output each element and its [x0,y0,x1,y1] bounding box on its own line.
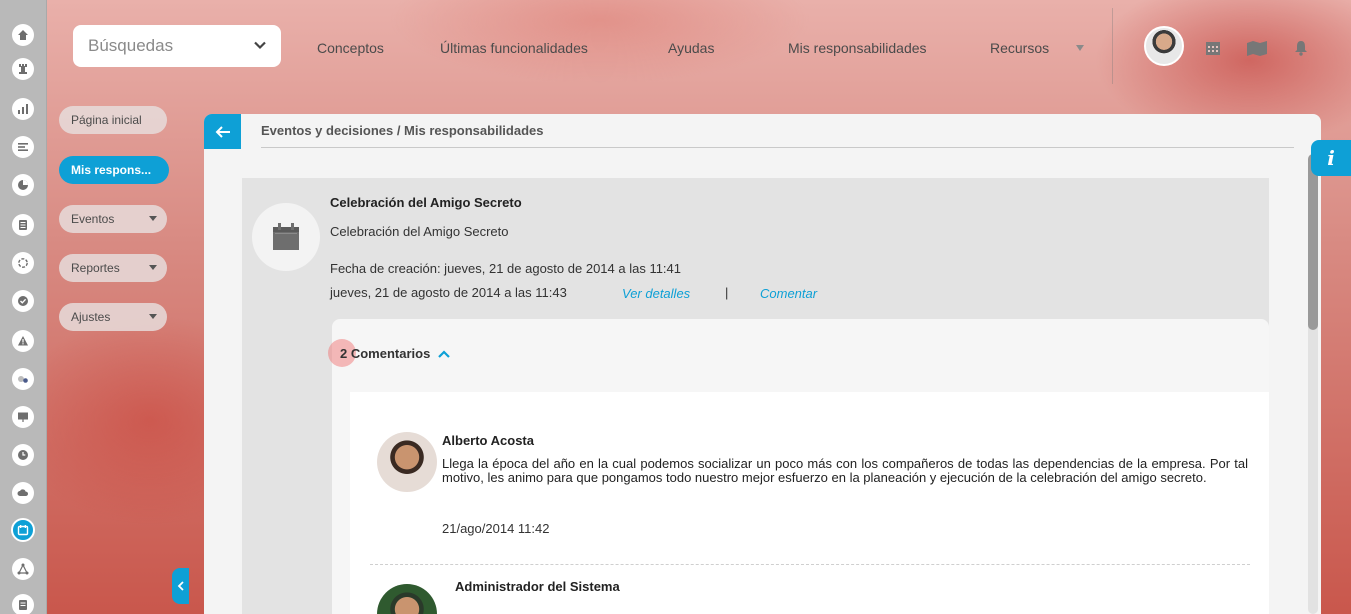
warning-icon[interactable] [12,330,34,352]
link-separator: | [725,285,729,300]
view-details-link[interactable]: Ver detalles [622,286,690,301]
breadcrumb: Eventos y decisiones / Mis responsabilid… [261,123,544,138]
form-icon[interactable] [12,594,34,614]
event-date: jueves, 21 de agosto de 2014 a las 11:43 [330,285,567,300]
event-description: Celebración del Amigo Secreto [330,224,509,239]
home-page-label: Página inicial [71,113,142,127]
comment-avatar [377,432,437,492]
event-title: Celebración del Amigo Secreto [330,195,522,210]
comment-date: 21/ago/2014 11:42 [442,521,550,536]
chevron-down-icon [254,41,266,50]
check-circle-icon[interactable] [12,290,34,312]
reports-menu[interactable]: Reportes [59,254,167,282]
caret-down-icon [149,216,157,221]
calendar-grid-icon[interactable] [1204,39,1222,57]
nav-conceptos[interactable]: Conceptos [317,40,384,56]
settings-menu-label: Ajustes [71,310,111,324]
cloud-icon[interactable] [12,482,34,504]
main-panel: Eventos y decisiones / Mis responsabilid… [204,114,1321,614]
recursos-dropdown-icon[interactable] [1075,44,1085,52]
reports-menu-label: Reportes [71,261,120,275]
pie-chart-icon[interactable] [12,174,34,196]
comment-author: Alberto Acosta [442,433,534,448]
nav-ultimas-funcionalidades[interactable]: Últimas funcionalidades [440,40,588,56]
bell-icon[interactable] [1292,39,1310,57]
nav-recursos[interactable]: Recursos [990,40,1049,56]
caret-down-icon [149,314,157,319]
chevron-left-icon [177,581,184,591]
search-select[interactable]: Búsquedas [73,25,281,67]
nav-mis-responsabilidades[interactable]: Mis responsabilidades [788,40,927,56]
event-calendar-icon [252,203,320,271]
list-lines-icon[interactable] [12,136,34,158]
settings-menu[interactable]: Ajustes [59,303,167,331]
collapse-sidebar-button[interactable] [172,568,189,604]
left-icon-rail [0,0,47,614]
comments-section: 2 Comentarios Alberto Acosta Llega la ép… [328,319,1269,614]
chess-rook-icon[interactable] [12,58,34,80]
comment-text: Llega la época del año en la cual podemo… [442,456,1248,485]
map-icon[interactable] [1246,39,1268,57]
comments-count-label: 2 Comentarios [340,346,431,361]
top-navigation-bar: Búsquedas Conceptos Últimas funcionalida… [48,8,1351,84]
user-avatar[interactable] [1144,26,1184,66]
document-icon[interactable] [12,214,34,236]
breadcrumb-divider [261,147,1294,148]
events-menu[interactable]: Eventos [59,205,167,233]
presentation-icon[interactable] [12,406,34,428]
event-created-date: Fecha de creación: jueves, 21 de agosto … [330,261,682,276]
comment-avatar [377,584,437,614]
comment-separator [370,564,1250,565]
chevron-up-icon [438,349,451,358]
toggle-dots-icon[interactable] [12,368,34,390]
my-responsibilities-button[interactable]: Mis respons... [59,156,169,184]
comment-author: Administrador del Sistema [455,579,620,594]
nav-ayudas[interactable]: Ayudas [668,40,714,56]
clock-icon[interactable] [12,444,34,466]
info-button[interactable]: i [1311,140,1351,176]
search-select-label: Búsquedas [88,36,174,55]
home-page-button[interactable]: Página inicial [59,106,167,134]
calendar-icon[interactable] [11,518,35,542]
my-responsibilities-label: Mis respons... [71,163,152,177]
comment-link[interactable]: Comentar [760,286,817,301]
scrollbar-thumb[interactable] [1308,154,1318,330]
comments-toggle[interactable]: 2 Comentarios [340,346,451,361]
cycle-icon[interactable] [12,252,34,274]
info-icon: i [1327,146,1335,170]
home-icon[interactable] [12,24,34,46]
caret-down-icon [149,265,157,270]
bar-chart-icon[interactable] [12,98,34,120]
event-card: Celebración del Amigo Secreto Celebració… [242,178,1269,614]
back-button[interactable] [204,114,241,149]
comment-list: Alberto Acosta Llega la época del año en… [350,392,1269,614]
network-icon[interactable] [12,558,34,580]
events-menu-label: Eventos [71,212,115,226]
topbar-divider [1112,8,1113,84]
arrow-left-icon [215,125,230,138]
